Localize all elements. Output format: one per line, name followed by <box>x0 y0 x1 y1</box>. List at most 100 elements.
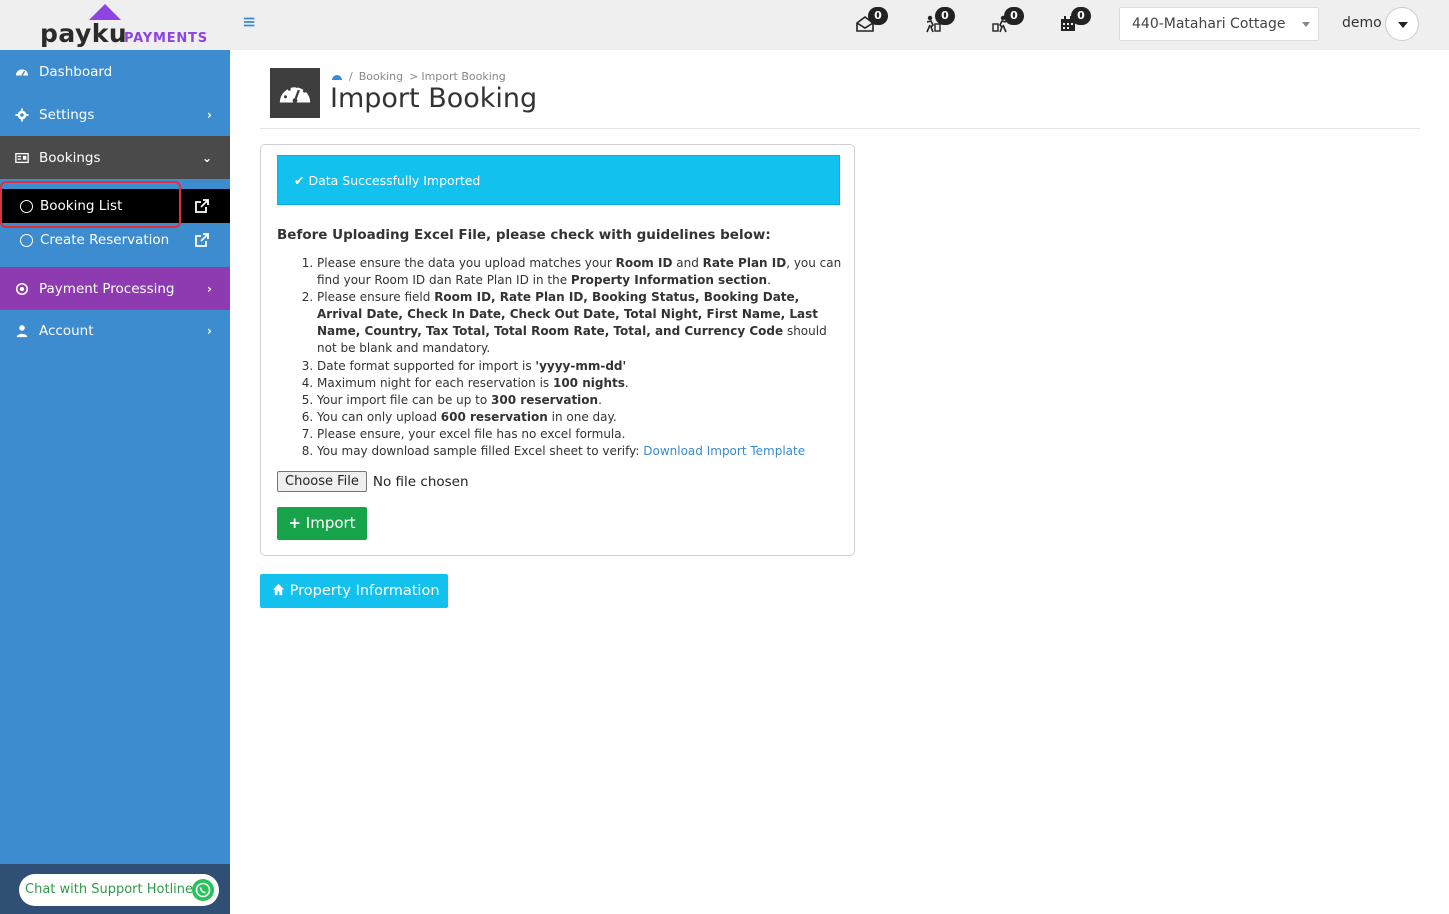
brand-logo[interactable]: payku PAYMENTS <box>0 0 230 50</box>
guideline-emphasis: Property Information section <box>570 273 768 288</box>
guideline-emphasis: 600 reservation <box>440 409 548 424</box>
guidelines-list: Please ensure the data you upload matche… <box>277 255 842 460</box>
breadcrumb-item: Import Booking <box>421 70 506 83</box>
property-information-button[interactable]: Property Information <box>260 574 448 608</box>
sidebar-item-label: Payment Processing <box>39 280 175 297</box>
target-icon <box>14 281 30 297</box>
check-out-luggage-icon[interactable]: 0 <box>989 7 1024 36</box>
sidebar-item-account[interactable]: Account › <box>0 309 230 352</box>
import-button-label: Import <box>305 514 356 532</box>
choose-file-button[interactable]: Choose File <box>277 471 367 492</box>
guideline-emphasis: 300 reservation <box>491 392 599 407</box>
divider <box>260 128 1420 129</box>
check-icon: ✔ <box>294 173 305 188</box>
file-status: No file chosen <box>372 473 469 490</box>
user-icon <box>14 323 30 339</box>
guideline-text: Please ensure the data you upload matche… <box>317 256 616 270</box>
guideline-text: Your import file can be up to <box>317 392 492 407</box>
sidebar-item-settings[interactable]: Settings › <box>0 93 230 136</box>
dashboard-gauge-icon[interactable] <box>331 71 343 83</box>
envelope-open-icon[interactable]: 0 <box>853 7 888 36</box>
support-hotline-button[interactable]: Chat with Support Hotline <box>19 874 219 906</box>
plus-icon: + <box>288 514 301 532</box>
user-name[interactable]: demo <box>1342 15 1382 31</box>
sidebar: Dashboard Settings › Bookings ⌄ Booking … <box>0 50 230 914</box>
home-icon <box>272 583 290 599</box>
guideline-emphasis: Room ID <box>615 256 673 270</box>
circle-icon <box>20 233 33 247</box>
guideline-text: . <box>767 273 771 288</box>
notification-count-badge: 0 <box>868 7 888 25</box>
chevron-right-icon: › <box>207 282 212 296</box>
calendar-icon[interactable]: 0 <box>1056 7 1091 36</box>
guideline-item: You may download sample filled Excel she… <box>317 443 842 460</box>
brand-name: payku <box>40 19 128 48</box>
sidebar-item-payment-processing[interactable]: Payment Processing › <box>0 267 230 310</box>
dashboard-gauge-icon <box>14 64 30 80</box>
chevron-down-icon: ⌄ <box>201 151 212 165</box>
guideline-item: Date format supported for import is 'yyy… <box>317 358 842 375</box>
download-template-link[interactable]: Download Import Template <box>643 444 805 458</box>
caret-down-icon <box>1302 22 1310 27</box>
submenu-item-label: Create Reservation <box>40 232 170 248</box>
import-panel: ✔ Data Successfully Imported Before Uplo… <box>260 144 855 556</box>
guideline-item: You can only upload 600 reservation in o… <box>317 409 842 426</box>
hamburger-menu-icon[interactable] <box>243 15 259 31</box>
guideline-text: and <box>672 256 703 270</box>
external-link-icon[interactable] <box>194 232 210 248</box>
support-hotline-bar: Chat with Support Hotline <box>0 864 230 914</box>
guideline-item: Please ensure field Room ID, Rate Plan I… <box>317 289 842 357</box>
alert-message: Data Successfully Imported <box>308 173 481 188</box>
check-in-person-icon[interactable]: 0 <box>920 7 955 36</box>
guideline-item: Your import file can be up to 300 reserv… <box>317 392 842 409</box>
submenu-item-label: Booking List <box>40 198 123 214</box>
breadcrumb: / Booking > Import Booking <box>331 70 506 83</box>
guideline-item: Please ensure the data you upload matche… <box>317 255 842 289</box>
guideline-emphasis: 'yyyy-mm-dd' <box>535 358 627 373</box>
file-input[interactable]: Choose File No file chosen <box>277 471 469 492</box>
guideline-text: Maximum night for each reservation is <box>317 375 553 390</box>
chevron-right-icon: › <box>207 324 212 338</box>
logo-triangle-icon <box>89 4 121 20</box>
guidelines-heading: Before Uploading Excel File, please chec… <box>277 227 771 243</box>
guideline-text: You can only upload <box>317 409 441 424</box>
success-alert: ✔ Data Successfully Imported <box>277 155 840 205</box>
guideline-item: Please ensure, your excel file has no ex… <box>317 426 842 443</box>
breadcrumb-separator: > <box>409 70 419 83</box>
guideline-text: . <box>624 375 629 390</box>
user-menu-button[interactable] <box>1385 7 1419 41</box>
sidebar-item-create-reservation[interactable]: Create Reservation <box>0 223 230 257</box>
breadcrumb-separator: / <box>349 70 353 83</box>
external-link-icon[interactable] <box>194 198 210 214</box>
property-select-value: 440-Matahari Cottage <box>1132 16 1286 32</box>
circle-icon <box>20 199 33 213</box>
guideline-emphasis: Rate Plan ID <box>702 256 787 270</box>
dashboard-gauge-icon <box>270 68 320 118</box>
breadcrumb-item[interactable]: Booking <box>359 70 403 83</box>
notification-count-badge: 0 <box>935 7 955 25</box>
property-select[interactable]: 440-Matahari Cottage <box>1119 7 1319 41</box>
guideline-emphasis: 100 nights <box>552 375 625 390</box>
chevron-right-icon: › <box>207 108 212 122</box>
booking-card-icon <box>14 150 30 166</box>
gear-icon <box>14 107 30 123</box>
bookings-submenu: Booking List Create Reservation <box>0 189 230 267</box>
sidebar-item-label: Bookings <box>39 149 101 166</box>
sidebar-item-label: Dashboard <box>39 63 113 80</box>
top-bar: payku PAYMENTS 0 0 0 0 440-Matahari Cott… <box>0 0 1449 50</box>
sidebar-item-booking-list[interactable]: Booking List <box>0 189 230 223</box>
guideline-item: Maximum night for each reservation is 10… <box>317 375 842 392</box>
notification-count-badge: 0 <box>1071 7 1091 25</box>
whatsapp-icon <box>192 879 214 901</box>
guideline-text: Date format supported for import is <box>317 358 536 373</box>
sidebar-item-bookings[interactable]: Bookings ⌄ <box>0 136 230 179</box>
guideline-text: . <box>598 392 602 407</box>
import-button[interactable]: + Import <box>277 507 367 540</box>
brand-subtitle: PAYMENTS <box>124 31 208 46</box>
sidebar-item-label: Settings <box>39 106 95 123</box>
sidebar-item-label: Account <box>39 322 94 339</box>
notification-count-badge: 0 <box>1004 7 1024 25</box>
sidebar-item-dashboard[interactable]: Dashboard <box>0 50 230 93</box>
property-information-label: Property Information <box>289 583 440 599</box>
guideline-text: Please ensure field <box>317 290 435 305</box>
